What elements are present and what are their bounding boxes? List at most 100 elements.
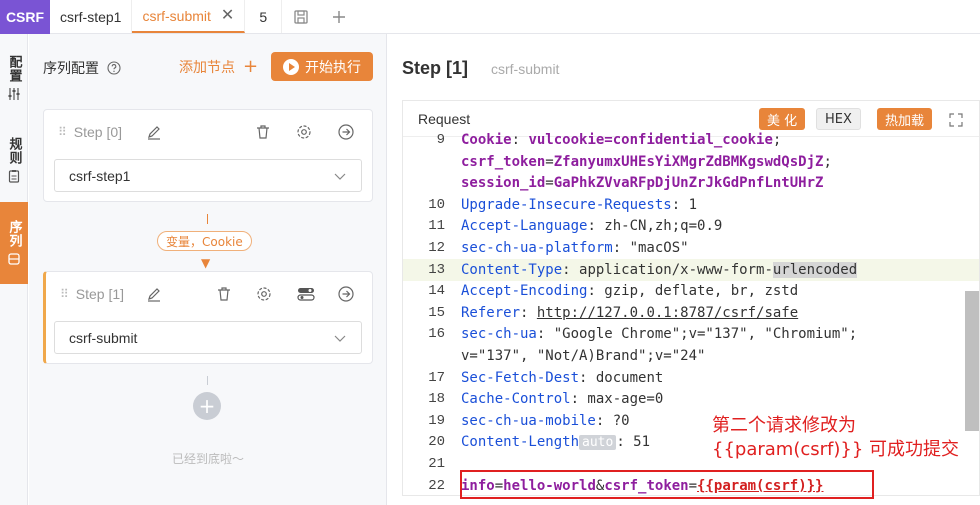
app-logo: CSRF [0, 0, 50, 34]
code-token: : "Google Chrome";v="137", "Chromium"; [536, 326, 858, 343]
code-token: Content-Type [461, 261, 563, 278]
annotation-line: {{param(csrf)}} 可成功提交 [712, 439, 960, 460]
code-line: csrf_token = ZfanyumxUHEsYiXMgrZdBMKgswdQs… [403, 151, 979, 173]
line-number: 12 [428, 240, 445, 256]
code-token: : ?0 [595, 412, 630, 429]
connector-tag: 变量，Cookie [157, 231, 252, 251]
chevron-down-icon [334, 173, 346, 180]
connector-line [207, 376, 208, 385]
step-select-value: csrf-step1 [69, 167, 131, 184]
expand-icon[interactable] [949, 113, 963, 127]
step-select[interactable]: csrf-step1 [54, 159, 362, 192]
line-number: 20 [428, 434, 445, 451]
close-icon[interactable]: ✕ [221, 7, 234, 24]
panel-title: 序列配置 [43, 58, 121, 78]
code-token: : [520, 304, 537, 321]
tab-csrf-submit[interactable]: csrf-submit ✕ [132, 0, 246, 33]
tab-label: csrf-step1 [60, 8, 122, 25]
code-token: GaPhkZVvaRFpDjUnZrJkGdPnfLntUHrZ [553, 175, 824, 192]
rail-item-rules[interactable]: 规则 [0, 130, 28, 190]
delete-icon[interactable] [216, 286, 232, 302]
code-token: http://127.0.0.1:8787/csrf/safe [536, 304, 799, 321]
step-card-0[interactable]: ⠿ Step [0] csrf-step1 [43, 109, 373, 202]
plus-icon[interactable] [320, 0, 358, 33]
code-token: Sec-Fetch-Dest [461, 369, 580, 386]
code-line: 9 Cookie: vulcookie=confidential_cookie; [403, 129, 979, 151]
code-token: Upgrade-Insecure-Requests [461, 196, 672, 213]
step-card-1[interactable]: ⠿ Step [1] csrf-submit [43, 271, 373, 364]
line-number: 19 [428, 412, 445, 429]
start-run-button[interactable]: 开始执行 [271, 52, 373, 81]
tab-5[interactable]: 5 [245, 0, 283, 33]
hot-reload-button[interactable]: 热加载 [877, 108, 933, 130]
step-title: Step [1] [75, 286, 125, 302]
code-token: : "macOS" [612, 240, 689, 256]
sequence-icon [8, 253, 20, 265]
code-line: 12 sec-ch-ua-platform: "macOS" [403, 237, 979, 259]
line-number: 11 [428, 218, 445, 235]
edit-icon[interactable] [146, 124, 162, 140]
line-number: 21 [428, 456, 445, 472]
code-token: : gzip, deflate, br, zstd [587, 283, 799, 300]
hex-button[interactable]: HEX [816, 108, 861, 130]
add-node-label: 添加节点 [179, 59, 235, 76]
chevron-down-icon [334, 335, 346, 342]
rail-item-label: 规则 [6, 137, 22, 165]
drag-handle-icon[interactable]: ⠿ [58, 125, 67, 139]
drag-handle-icon[interactable]: ⠿ [60, 287, 69, 301]
line-number: 22 [428, 477, 445, 494]
rail-item-label: 配置 [6, 55, 22, 83]
add-node-button[interactable]: 添加节点 + [179, 56, 258, 77]
step-select[interactable]: csrf-submit [54, 321, 362, 354]
code-token: : zh-CN,zh;q=0.9 [587, 218, 723, 235]
clipboard-icon [8, 170, 20, 183]
arrow-right-circle-icon[interactable] [338, 124, 354, 140]
code-token: : application/x-www-form- [562, 261, 773, 278]
code-line: 15 Referer: http://127.0.0.1:8787/csrf/sa… [403, 302, 979, 324]
rail-item-config[interactable]: 配置 [0, 48, 28, 108]
code-token: vulcookie=confidential_cookie [528, 132, 773, 148]
connector-line [207, 214, 208, 224]
toggle-icon[interactable] [297, 286, 315, 302]
rail-item-sequence[interactable]: 序列 [0, 202, 28, 284]
tab-csrf-step1[interactable]: csrf-step1 [50, 0, 133, 33]
code-line: 13 Content-Type: application/x-www-form-u… [403, 258, 979, 281]
code-token: v="137", "Not/A)Brand";v="24" [461, 348, 706, 364]
beautify-button[interactable]: 美 化 [759, 108, 806, 130]
code-line: 16 sec-ch-ua: "Google Chrome";v="137", "C… [403, 323, 979, 345]
scrollbar[interactable] [965, 291, 979, 431]
arrow-right-circle-icon[interactable] [338, 286, 354, 302]
help-icon[interactable] [107, 61, 121, 75]
step-header: ⠿ Step [0] [44, 110, 372, 154]
code-line: 17 Sec-Fetch-Dest: document [403, 367, 979, 389]
code-token: Accept-Encoding [461, 283, 588, 300]
code-token: : document [579, 369, 664, 386]
line-number: 15 [428, 304, 445, 321]
code-token: urlencoded [772, 261, 858, 278]
code-line: session_id = GaPhkZVvaRFpDjUnZrJkGdPnfLntU… [403, 172, 979, 194]
code-token: auto [579, 434, 617, 450]
tab-label: csrf-submit [142, 7, 211, 24]
gear-icon[interactable] [296, 124, 312, 140]
code-token: sec-ch-ua-mobile [461, 412, 596, 429]
line-number: 9 [436, 132, 445, 148]
step-header: ⠿ Step [1] [46, 272, 372, 316]
panel-title-text: 序列配置 [43, 61, 99, 77]
save-icon[interactable] [282, 0, 320, 33]
gear-icon[interactable] [256, 286, 272, 302]
arrow-down-icon: ▼ [201, 256, 211, 270]
code-token: csrf_token [461, 153, 546, 170]
tab-label: 5 [259, 8, 268, 25]
delete-icon[interactable] [255, 124, 271, 140]
edit-icon[interactable] [146, 286, 162, 302]
code-line: 11 Accept-Language: zh-CN,zh;q=0.9 [403, 215, 979, 237]
add-step-button[interactable]: + [193, 392, 221, 420]
step-detail-subtitle: csrf-submit [491, 61, 560, 77]
code-line: 14 Accept-Encoding: gzip, deflate, br, zs… [403, 280, 979, 302]
code-token: Content-Length [461, 434, 580, 451]
code-token: ; [772, 132, 782, 148]
code-token: = [545, 175, 554, 192]
line-number: 16 [428, 326, 445, 343]
code-token: ZfanyumxUHEsYiXMgrZdBMKgswdQsDjZ [553, 153, 824, 170]
play-icon [283, 58, 299, 75]
